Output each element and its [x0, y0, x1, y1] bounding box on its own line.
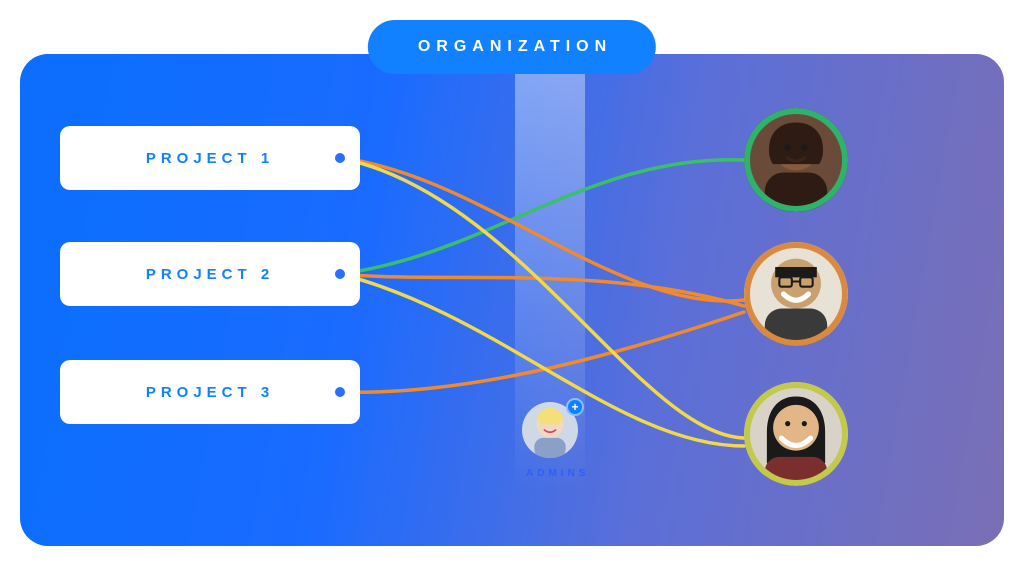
project-label: PROJECT 1: [146, 150, 274, 167]
project-label: PROJECT 2: [146, 266, 274, 283]
diagram-canvas: PROJECT 1 PROJECT 2 PROJECT 3 + ADMINS: [20, 54, 1004, 546]
project-card-2: PROJECT 2: [60, 242, 360, 306]
project-card-1: PROJECT 1: [60, 126, 360, 190]
user-avatar-2: [744, 242, 848, 346]
user-avatar-3: [744, 382, 848, 486]
connector-dot-2: [331, 265, 349, 283]
project-card-3: PROJECT 3: [60, 360, 360, 424]
admin-label: ADMINS: [526, 468, 589, 479]
connector-dot-3: [331, 383, 349, 401]
organization-header: ORGANIZATION: [368, 20, 656, 74]
user-avatar-1: [744, 108, 848, 212]
admin-add-badge[interactable]: +: [566, 398, 584, 416]
project-label: PROJECT 3: [146, 384, 274, 401]
connector-dot-1: [331, 149, 349, 167]
